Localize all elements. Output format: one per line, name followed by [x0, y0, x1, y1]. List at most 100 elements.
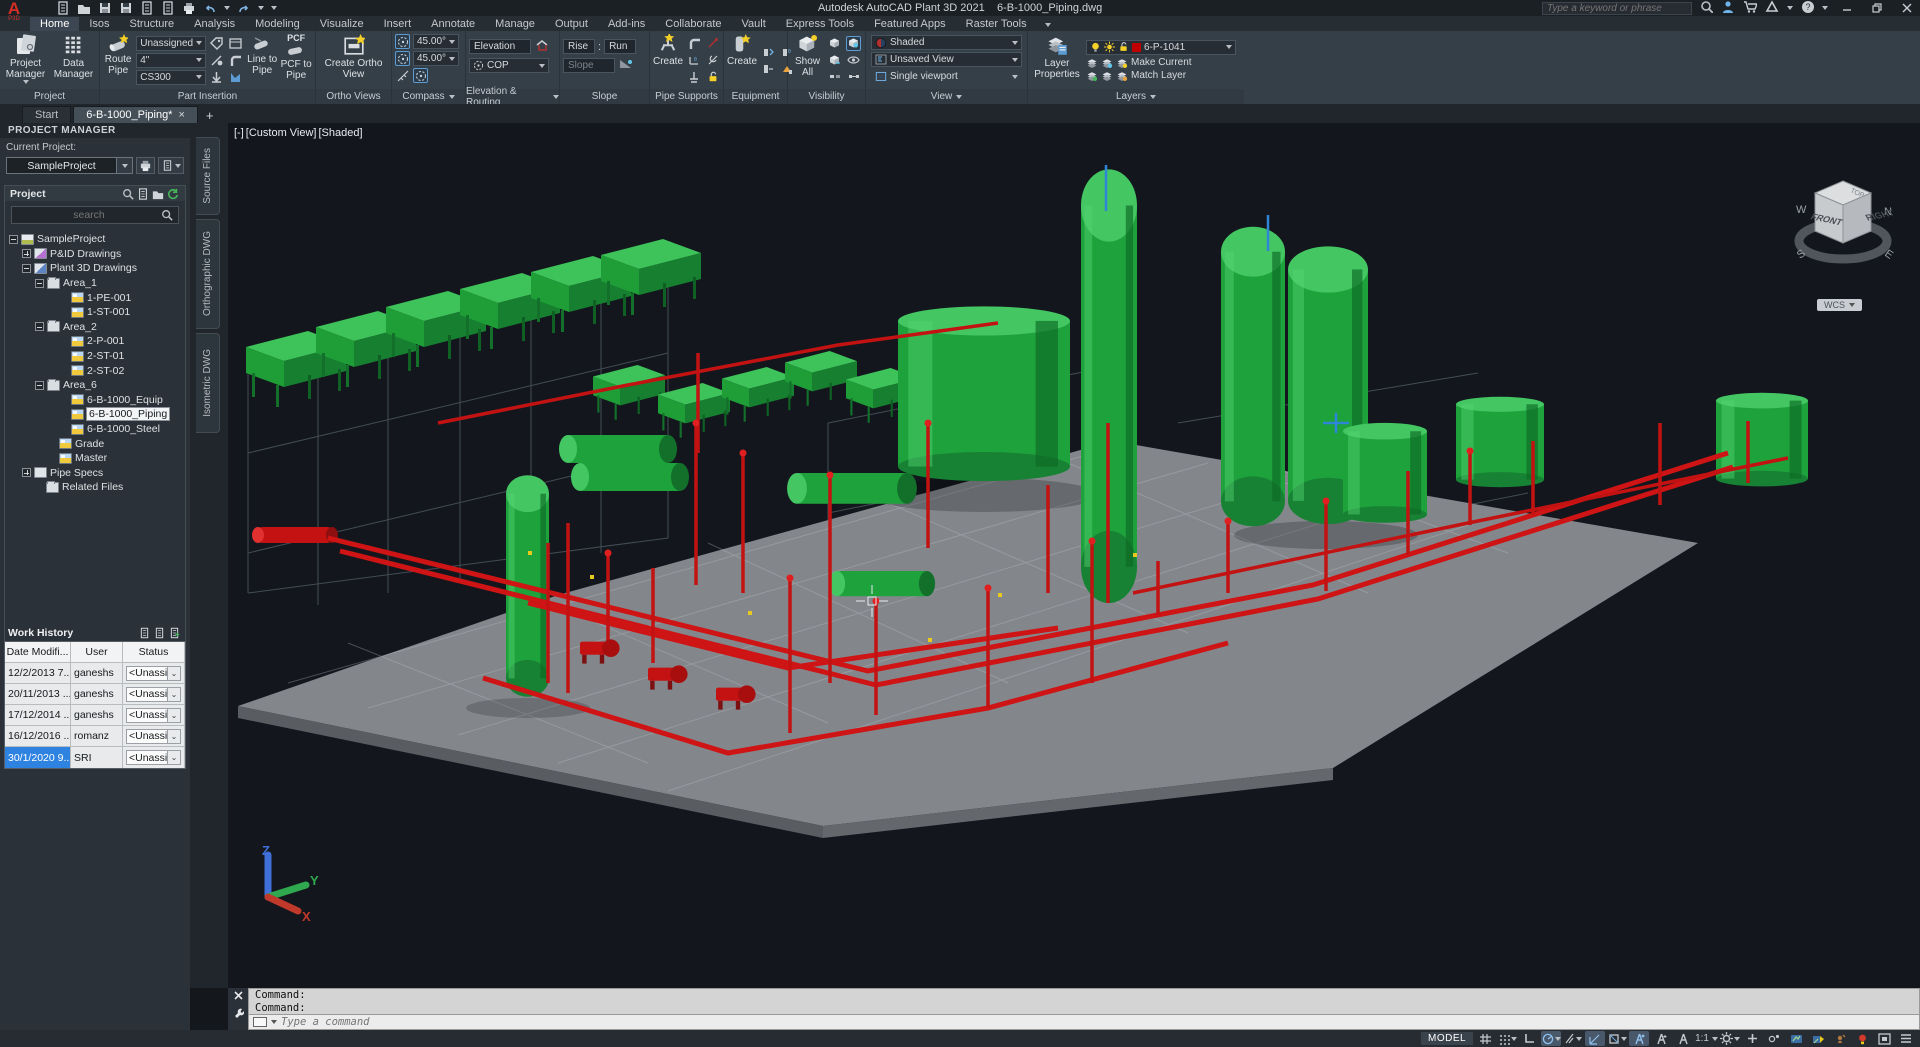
tree-node[interactable]: Area_2 — [7, 320, 183, 335]
create-ortho-view-button[interactable]: Create Ortho View — [323, 33, 385, 87]
tab-visualize[interactable]: Visualize — [310, 17, 374, 31]
toggle-slope-icon[interactable] — [209, 53, 224, 68]
spec-sheet-select[interactable]: CS300 — [136, 70, 206, 85]
tree-search-input[interactable] — [17, 209, 161, 221]
autoscale-icon[interactable] — [1651, 1031, 1671, 1046]
command-customize-wrench-icon[interactable] — [233, 1007, 244, 1021]
panel-label-pipe-supports[interactable]: Pipe Supports — [650, 89, 723, 104]
route-pipe-button[interactable]: Route Pipe — [103, 33, 133, 87]
hide-selected-icon[interactable] — [827, 36, 842, 51]
file-tab-start[interactable]: Start — [22, 106, 71, 123]
tab-manage[interactable]: Manage — [485, 17, 545, 31]
support-rotate-icon[interactable] — [705, 53, 720, 68]
spec-viewer-icon[interactable] — [228, 36, 243, 51]
assign-tag-icon[interactable] — [209, 36, 224, 51]
tab-output[interactable]: Output — [545, 17, 598, 31]
current-project-select[interactable]: SampleProject — [6, 157, 133, 174]
routing-home-icon[interactable] — [535, 39, 548, 54]
help-icon[interactable] — [1801, 0, 1814, 16]
annotation-monitor-alert-icon[interactable] — [1830, 1031, 1850, 1046]
tree-node[interactable]: 6-B-1000_Equip — [7, 393, 183, 408]
file-tab-active[interactable]: 6-B-1000_Piping* × — [73, 106, 198, 123]
viewport-minimize-control[interactable]: [-] — [234, 127, 244, 139]
drawing-viewport[interactable]: [-] [Custom View] [Shaded] — [228, 123, 1920, 988]
app-store-cart-icon[interactable] — [1743, 0, 1757, 16]
annotation-scale-icon[interactable] — [1673, 1031, 1693, 1046]
new-drawing-tab-button[interactable]: + — [200, 108, 220, 123]
autodesk-dropdown-icon[interactable] — [1787, 6, 1793, 10]
graphics-performance-icon[interactable] — [1786, 1031, 1806, 1046]
tree-node[interactable]: Grade — [7, 436, 183, 451]
tab-raster-tools[interactable]: Raster Tools — [956, 17, 1037, 31]
compass-toggle-icon[interactable] — [395, 34, 410, 49]
transparency-icon[interactable] — [846, 36, 861, 51]
file-tab-close-icon[interactable]: × — [178, 109, 184, 121]
compass-snap-icon[interactable] — [395, 51, 410, 66]
panel-label-ortho-views[interactable]: Ortho Views — [316, 89, 391, 104]
isometric-drafting-icon[interactable] — [1563, 1031, 1583, 1046]
minimize-button[interactable] — [1836, 1, 1858, 15]
compass-display-icon[interactable] — [413, 68, 428, 83]
panel-label-part-insertion[interactable]: Part Insertion — [100, 89, 315, 104]
tree-node[interactable]: 2-ST-02 — [7, 363, 183, 378]
viewport-config-select[interactable]: Single viewport — [871, 69, 1022, 84]
tree-node[interactable]: 1-PE-001 — [7, 290, 183, 305]
panel-label-slope[interactable]: Slope — [560, 89, 649, 104]
signin-user-icon[interactable] — [1721, 0, 1735, 17]
panel-label-equipment[interactable]: Equipment — [724, 89, 787, 104]
tab-source-files[interactable]: Source Files — [196, 137, 220, 215]
tree-node[interactable]: Plant 3D Drawings — [7, 261, 183, 276]
tab-isos[interactable]: Isos — [79, 17, 119, 31]
tab-featured-apps[interactable]: Featured Apps — [864, 17, 956, 31]
status-select[interactable]: <Unassi...⌄ — [126, 708, 181, 723]
cop-select[interactable]: COP — [469, 58, 549, 73]
help-search-input[interactable] — [1542, 2, 1692, 15]
support-base-icon[interactable] — [686, 70, 701, 85]
tree-node[interactable]: SampleProject — [7, 232, 183, 247]
show-all-button[interactable]: Show All — [791, 33, 824, 87]
panel-label-view[interactable]: View — [866, 89, 1027, 104]
compass-increment-select[interactable]: 45.00° — [413, 51, 459, 66]
tab-addins[interactable]: Add-ins — [598, 17, 655, 31]
ribbon-options-icon[interactable] — [1045, 23, 1051, 27]
compass-tick-icon[interactable] — [395, 68, 410, 83]
command-input[interactable] — [281, 1016, 1915, 1028]
object-snap-tracking-icon[interactable] — [1585, 1031, 1605, 1046]
tab-vault[interactable]: Vault — [732, 17, 776, 31]
ortho-mode-icon[interactable] — [1519, 1031, 1539, 1046]
line-to-pipe-button[interactable]: Line to Pipe — [247, 33, 277, 87]
annotation-scale-value[interactable]: 1:1 — [1695, 1031, 1718, 1046]
tab-annotate[interactable]: Annotate — [421, 17, 485, 31]
tree-node[interactable]: 2-P-001 — [7, 334, 183, 349]
tree-node[interactable]: Area_6 — [7, 378, 183, 393]
annotation-monitor-icon[interactable] — [1742, 1031, 1762, 1046]
wcs-menu[interactable]: WCS — [1817, 299, 1862, 311]
status-select[interactable]: <Unassi...⌄ — [126, 687, 181, 702]
viewport-style-control[interactable]: [Shaded] — [319, 127, 363, 139]
pipe-bend-icon[interactable] — [228, 53, 243, 68]
table-row[interactable]: 16/12/2016 ... romanz <Unassi...⌄ — [5, 726, 185, 747]
create-support-button[interactable]: Create — [653, 33, 683, 87]
customize-icon[interactable] — [1896, 1031, 1916, 1046]
panel-label-elevation-routing[interactable]: Elevation & Routing — [466, 89, 559, 104]
status-select[interactable]: <Unassi...⌄ — [126, 666, 181, 681]
recent-commands-icon[interactable] — [271, 1020, 277, 1024]
named-view-select[interactable]: Unsaved View — [871, 52, 1022, 67]
tab-isometric-dwg[interactable]: Isometric DWG — [196, 333, 220, 433]
history-add-icon[interactable] — [167, 626, 182, 641]
tree-node[interactable]: 6-B-1000_Steel — [7, 422, 183, 437]
panel-label-visibility[interactable]: Visibility — [788, 89, 865, 104]
spec-select[interactable]: Unassigned — [136, 36, 206, 51]
status-select[interactable]: <Unassi...⌄ — [126, 750, 181, 765]
search-icon[interactable] — [1700, 0, 1713, 16]
stub-in-icon[interactable] — [228, 70, 243, 85]
size-select[interactable]: 4" — [136, 53, 206, 68]
autodesk-a-icon[interactable] — [1765, 0, 1779, 16]
tab-collaborate[interactable]: Collaborate — [655, 17, 731, 31]
tab-insert[interactable]: Insert — [374, 17, 422, 31]
model-space-button[interactable]: MODEL — [1421, 1032, 1473, 1045]
polar-tracking-icon[interactable] — [1541, 1031, 1561, 1046]
tab-orthographic-dwg[interactable]: Orthographic DWG — [196, 219, 220, 329]
tab-modeling[interactable]: Modeling — [245, 17, 310, 31]
print-project-icon[interactable] — [136, 157, 155, 174]
